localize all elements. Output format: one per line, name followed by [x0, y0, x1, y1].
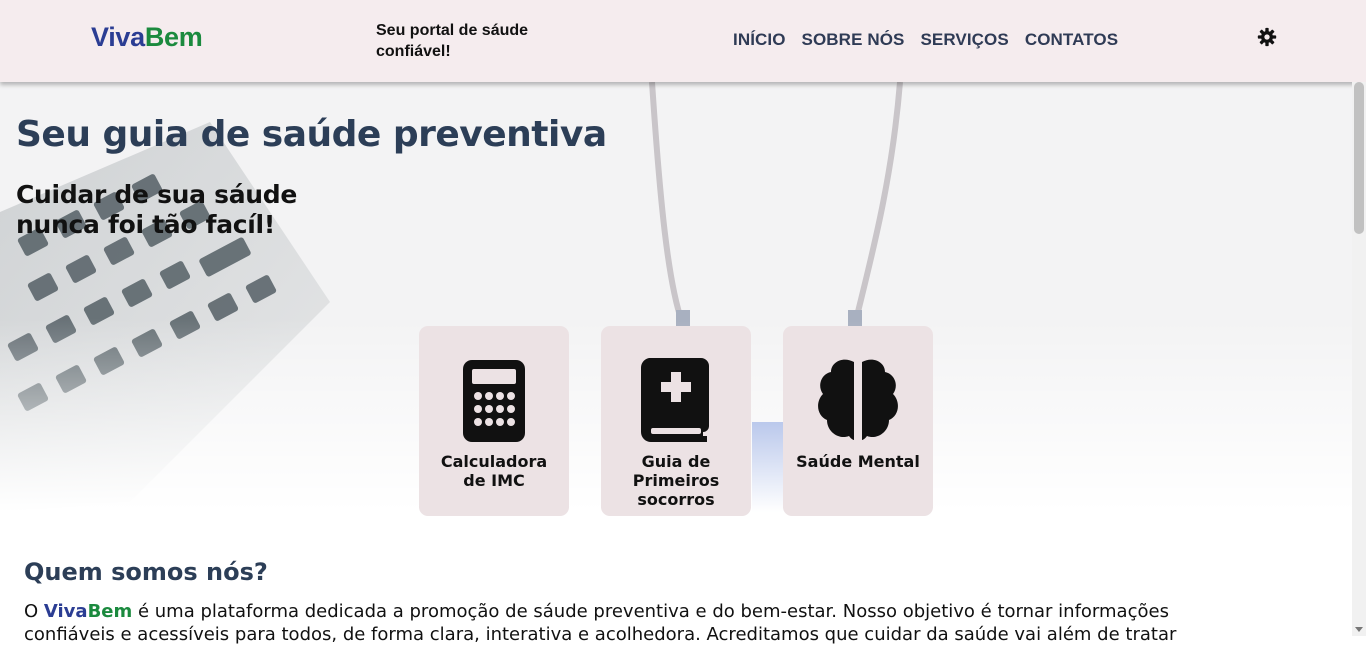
logo-part-bem: Bem: [144, 22, 203, 52]
scroll-down-arrow-icon[interactable]: [1355, 627, 1363, 632]
gear-icon[interactable]: [1257, 27, 1277, 47]
about-text-start: O: [24, 601, 44, 622]
calculator-icon: [463, 360, 525, 442]
card-label: Calculadora de IMC: [440, 452, 548, 490]
nav-inicio[interactable]: INÍCIO: [733, 30, 786, 50]
site-header: VivaBem Seu portal de sáude confiável! I…: [0, 0, 1366, 82]
nav-servicos[interactable]: SERVIÇOS: [920, 30, 1008, 50]
about-title: Quem somos nós?: [24, 558, 268, 586]
card-primeiros-socorros[interactable]: Guia de Primeiros socorros: [601, 326, 751, 516]
card-label: Saúde Mental: [796, 452, 920, 471]
card-label: Guia de Primeiros socorros: [632, 452, 720, 509]
hero-title: Seu guia de saúde preventiva: [16, 114, 607, 155]
scrollbar-thumb[interactable]: [1354, 82, 1364, 234]
nav-contatos[interactable]: CONTATOS: [1025, 30, 1118, 50]
brand-viva: Viva: [43, 601, 88, 622]
hero-subtitle: Cuidar de sua sáude nunca foi tão facíl!: [16, 180, 298, 239]
page-scrollbar[interactable]: [1352, 82, 1366, 636]
card-calculadora-imc[interactable]: Calculadora de IMC: [419, 326, 569, 516]
logo-part-viva: Viva: [91, 22, 145, 52]
brand-bem: Bem: [87, 601, 133, 622]
card-saude-mental[interactable]: Saúde Mental: [783, 326, 933, 516]
logo[interactable]: VivaBem: [91, 22, 203, 53]
medical-book-icon: [640, 358, 709, 442]
about-text: O VivaBem é uma plataforma dedicada a pr…: [24, 600, 1199, 646]
brain-icon: [818, 359, 898, 440]
about-text-body: é uma plataforma dedicada a promoção de …: [24, 601, 1177, 645]
nav-sobre-nos[interactable]: SOBRE NÓS: [802, 30, 905, 50]
main-nav: INÍCIO SOBRE NÓS SERVIÇOS CONTATOS: [733, 30, 1118, 50]
tagline: Seu portal de sáude confiável!: [376, 22, 529, 60]
